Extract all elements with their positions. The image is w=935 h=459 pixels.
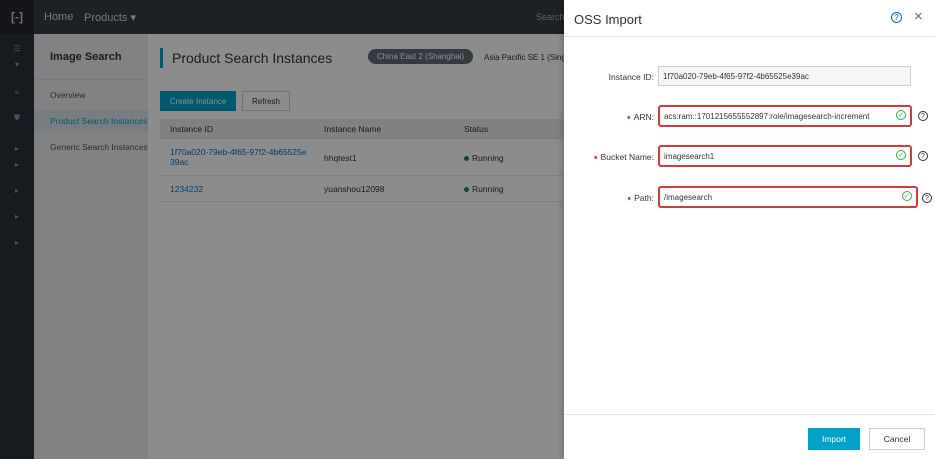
arn-field[interactable]: acs:ram::1701215655552897:role/imagesear… — [658, 105, 912, 127]
bucket-name-field[interactable]: imagesearch1 ✓ — [658, 145, 912, 167]
modal-backdrop[interactable] — [0, 0, 564, 459]
required-mark-icon: • — [626, 112, 631, 124]
path-label: • Path: — [627, 193, 654, 205]
oss-import-panel: OSS Import ? × Instance ID: 1f70a020-79e… — [564, 0, 935, 459]
arn-label: • ARN: — [626, 112, 654, 124]
dialog-footer: Import Cancel — [564, 414, 935, 459]
help-icon[interactable]: ? — [891, 12, 902, 23]
instance-id-field: 1f70a020-79eb-4f65-97f2-4b65525e39ac — [658, 66, 911, 86]
cancel-button[interactable]: Cancel — [869, 428, 925, 450]
path-field[interactable]: /imagesearch ✓ — [658, 186, 918, 208]
dialog-title: OSS Import — [574, 12, 642, 27]
bucket-help-icon[interactable]: ? — [918, 151, 928, 161]
instance-id-label: Instance ID: — [608, 72, 654, 82]
valid-check-icon: ✓ — [896, 150, 906, 160]
required-mark-icon: • — [627, 193, 632, 205]
valid-check-icon: ✓ — [902, 191, 912, 201]
path-help-icon[interactable]: ? — [922, 193, 932, 203]
required-mark-icon: • — [593, 152, 598, 164]
import-button[interactable]: Import — [808, 428, 860, 450]
bucket-name-label: • Bucket Name: — [593, 152, 654, 164]
valid-check-icon: ✓ — [896, 110, 906, 120]
divider — [564, 36, 935, 37]
close-icon[interactable]: × — [914, 9, 923, 24]
arn-help-icon[interactable]: ? — [918, 111, 928, 121]
